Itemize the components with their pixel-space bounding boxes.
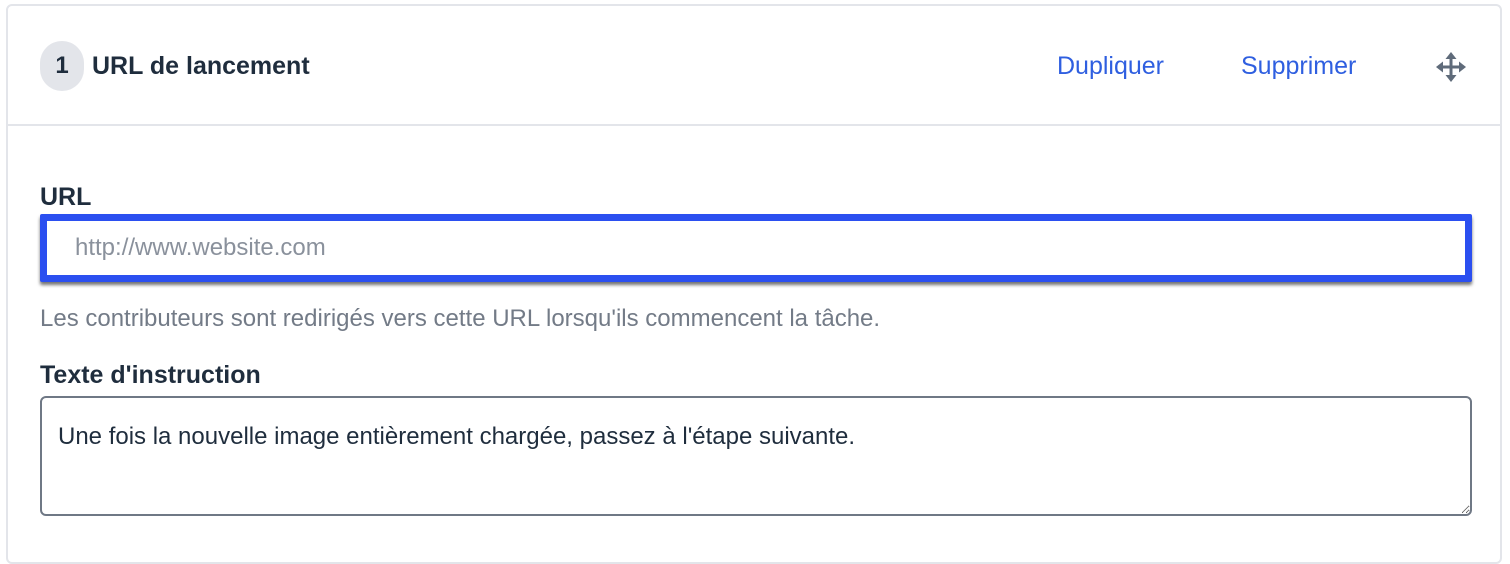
step-title: URL de lancement bbox=[92, 52, 310, 80]
url-input-wrapper bbox=[40, 214, 1472, 282]
duplicate-button[interactable]: Dupliquer bbox=[1057, 50, 1164, 82]
step-card: 1 URL de lancement Dupliquer Supprimer U… bbox=[6, 4, 1502, 564]
step-number-badge: 1 bbox=[40, 41, 84, 91]
url-label: URL bbox=[40, 183, 92, 211]
delete-button[interactable]: Supprimer bbox=[1241, 50, 1356, 82]
instruction-label: Texte d'instruction bbox=[40, 361, 261, 389]
move-arrows-icon[interactable] bbox=[1436, 52, 1466, 82]
url-input[interactable] bbox=[47, 221, 1465, 275]
instruction-textarea[interactable]: Une fois la nouvelle image entièrement c… bbox=[40, 396, 1472, 516]
url-helper-text: Les contributeurs sont redirigés vers ce… bbox=[40, 305, 881, 332]
step-header: 1 URL de lancement Dupliquer Supprimer bbox=[8, 6, 1500, 126]
